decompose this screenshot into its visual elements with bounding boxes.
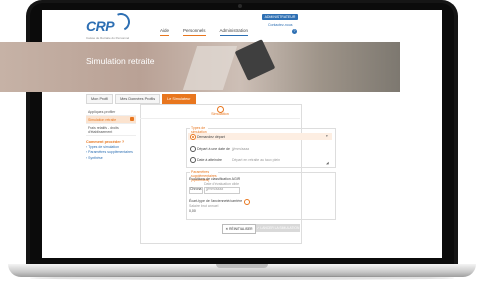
radio-option-3[interactable] [190, 157, 196, 163]
nav-aide[interactable]: Aide [160, 28, 170, 36]
tagline: Caisse de Retraite du Personnel [86, 36, 130, 40]
info-icon[interactable] [244, 198, 250, 205]
simulation-title: Simulation [211, 112, 229, 116]
tab-profil[interactable]: Mon Profil [86, 94, 114, 104]
tab-simulateur[interactable]: Le Simulateur [162, 94, 196, 104]
earnings-label: Évolutions de classification AGIR [189, 177, 241, 181]
nav-personnels[interactable]: Personnels [183, 28, 206, 36]
nav-administration[interactable]: Administration [219, 28, 249, 36]
seniority-label: Écart-type de l'ancienneté/carrière [189, 199, 243, 203]
radio-option-1[interactable] [190, 134, 196, 140]
option-2-label: Départ à une date de [197, 146, 230, 151]
tab-donnees-profils[interactable]: Mes Données Profils [115, 94, 161, 104]
camera-dot [238, 4, 242, 8]
reset-button[interactable]: ✕ RÉINITIALISER [222, 224, 256, 234]
sidebar: Appliquez-profiler Simulation retraite F… [86, 108, 136, 161]
sidebar-item-simulation[interactable]: Simulation retraite [86, 116, 136, 124]
sidebar-item-frais[interactable]: Frais relatifs - droits d'établissement [86, 124, 136, 136]
profile-tabs: Mon Profil Mes Données Profils Le Simula… [86, 94, 196, 104]
sidebar-badge-icon [130, 117, 134, 121]
date-input-value: jj/mm/aaaa [206, 187, 224, 192]
launch-simulation-button[interactable]: ✓ LANCER LA SIMULATION [256, 224, 300, 232]
resize-icon: ◢ [326, 161, 329, 165]
user-menu-button[interactable]: ADMINISTRATEUR [262, 14, 298, 20]
simulation-header: Simulation [140, 104, 300, 119]
sidebar-link-parametres[interactable]: › Paramètres supplémentaires [86, 150, 136, 156]
date-prefix: Chrona [190, 187, 202, 192]
laptop-shadow [30, 276, 454, 280]
main-nav: Aide Personnels Administration [160, 28, 249, 36]
seniority-sublabel: Salaire brut annuel [189, 204, 219, 208]
help-icon[interactable]: ? [292, 29, 297, 34]
option-1-label: Demandez départ [197, 134, 225, 139]
sidebar-item-label: Simulation retraite [88, 117, 117, 122]
chevron-down-icon[interactable]: ▾ [326, 134, 328, 138]
radio-option-2[interactable] [190, 146, 196, 152]
option-3-value[interactable]: Départ en retraite au taux plein [232, 158, 280, 162]
date-label: Date d'évaluation cible [204, 182, 240, 186]
logo[interactable]: CRP [86, 18, 115, 34]
laptop-notch [216, 264, 268, 268]
contact-link[interactable]: Contactez-nous [268, 23, 293, 27]
option-2-date-input[interactable]: jj/mm/aaaa [232, 147, 249, 151]
option-3-label: Date à atteindre [197, 157, 222, 162]
seniority-value[interactable]: 0,00 [189, 209, 196, 213]
page-title: Simulation retraite [86, 56, 155, 66]
sidebar-item-profiler[interactable]: Appliquez-profiler [86, 108, 136, 116]
sidebar-link-synthese[interactable]: › Synthèse [86, 155, 136, 161]
